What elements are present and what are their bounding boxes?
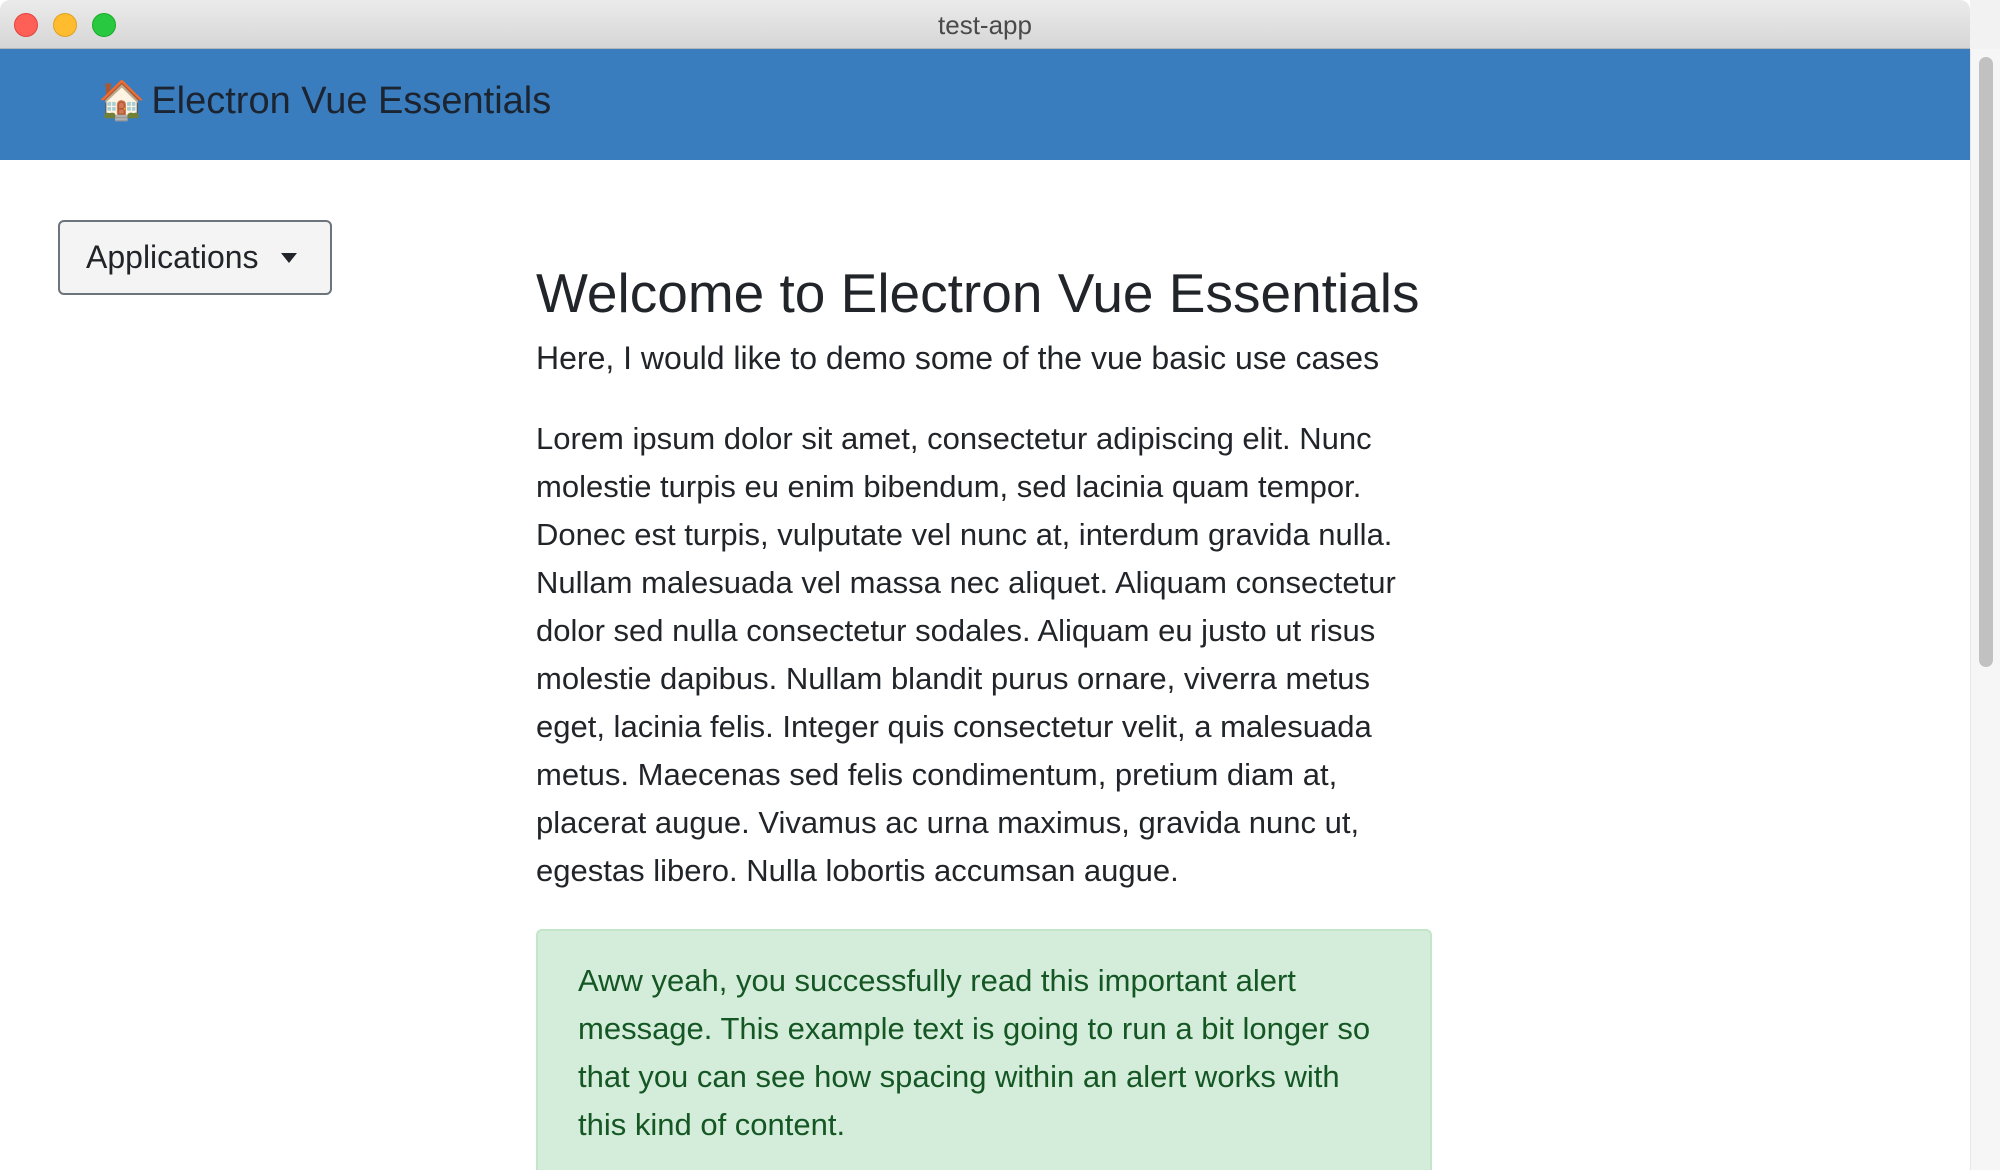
applications-dropdown-button[interactable]: Applications	[58, 220, 332, 295]
app-window: test-app 🏠 Electron Vue Essentials Appli…	[0, 0, 2000, 1170]
brand-label: Electron Vue Essentials	[151, 79, 552, 122]
navbar-brand[interactable]: 🏠 Electron Vue Essentials	[98, 79, 551, 123]
dropdown-label: Applications	[86, 239, 259, 275]
content-area: Applications Welcome to Electron Vue Ess…	[0, 160, 1970, 1170]
main-content: Welcome to Electron Vue Essentials Here,…	[536, 260, 1432, 1170]
vertical-scrollbar[interactable]	[1970, 49, 2000, 1170]
house-icon: 🏠	[98, 80, 146, 122]
title-bar[interactable]: test-app	[0, 0, 1970, 49]
app-navbar: 🏠 Electron Vue Essentials	[0, 49, 1970, 160]
body-paragraph: Lorem ipsum dolor sit amet, consectetur …	[536, 420, 1396, 888]
success-alert: Aww yeah, you successfully read this imp…	[536, 928, 1432, 1170]
caret-down-icon	[280, 252, 297, 263]
page-title: Welcome to Electron Vue Essentials	[536, 262, 1420, 324]
scrollbar-thumb[interactable]	[1979, 57, 1993, 667]
window-title: test-app	[938, 10, 1032, 40]
lead-text: Here, I would like to demo some of the v…	[536, 340, 1380, 376]
